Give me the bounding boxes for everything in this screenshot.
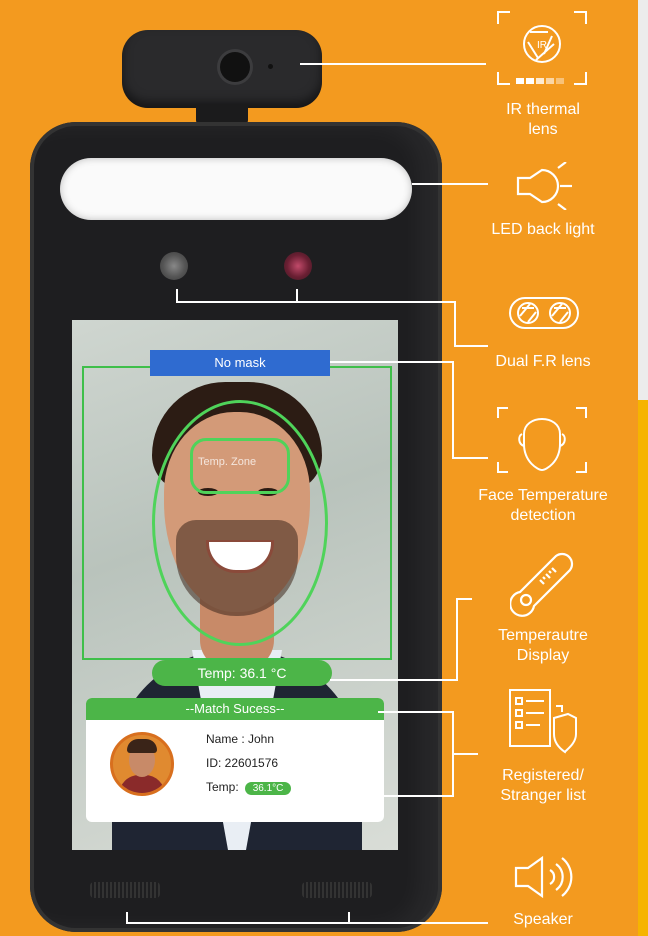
side-strip bbox=[638, 0, 648, 400]
led-light-bar bbox=[60, 158, 412, 220]
avatar bbox=[110, 732, 174, 796]
feature-label-led: LED back light bbox=[491, 221, 595, 238]
callout-line-list-top bbox=[378, 711, 454, 713]
feature-label-temp-1: Temperautre bbox=[498, 627, 588, 644]
feature-label-face: Face Temperature detection bbox=[458, 486, 628, 526]
match-name: Name : John bbox=[206, 732, 275, 746]
feature-label-face-2: detection bbox=[510, 507, 576, 524]
dual-lens-icon bbox=[509, 297, 579, 329]
match-temp-row: Temp: 36.1°C bbox=[206, 780, 292, 795]
callout-line-led bbox=[412, 183, 488, 185]
temperature-readout: Temp: 36.1 °C bbox=[152, 660, 332, 686]
callout-line-temp-top bbox=[456, 598, 472, 600]
fr-lens-left bbox=[160, 252, 188, 280]
avatar-hair bbox=[127, 739, 157, 753]
callout-line-temp-v bbox=[456, 598, 458, 680]
forehead-label: Temp. Zone bbox=[198, 456, 257, 468]
match-card: --Match Sucess-- Name : John ID: 2260157… bbox=[86, 698, 384, 822]
feature-label-list: Registered/ Stranger list bbox=[468, 766, 618, 806]
callout-line-temp-h bbox=[330, 679, 458, 681]
feature-label-face-1: Face Temperature bbox=[478, 487, 608, 504]
match-temp-badge: 36.1°C bbox=[244, 782, 292, 795]
fr-lens-right bbox=[284, 252, 312, 280]
callout-line-spk-h bbox=[126, 922, 488, 924]
match-temp-label: Temp: bbox=[206, 780, 239, 794]
feature-label-dual: Dual F.R lens bbox=[495, 353, 591, 370]
ir-camera bbox=[122, 30, 322, 108]
callout-line-list-bottom bbox=[378, 795, 454, 797]
side-strip-yellow bbox=[638, 400, 648, 936]
face-outline-overlay bbox=[152, 400, 328, 646]
feature-label-list-2: Stranger list bbox=[500, 787, 586, 804]
feature-label-ir-2: lens bbox=[528, 121, 558, 138]
callout-line-ir bbox=[300, 63, 486, 65]
feature-label-list-1: Registered/ bbox=[502, 767, 584, 784]
avatar-body bbox=[119, 775, 165, 793]
feature-label-ir-1: IR thermal bbox=[506, 101, 580, 118]
camera-dot bbox=[268, 64, 273, 69]
thermometer-icon bbox=[510, 552, 574, 617]
callout-line-list-end bbox=[452, 753, 478, 755]
callout-line-fr-h bbox=[176, 301, 454, 303]
match-header: --Match Sucess-- bbox=[86, 698, 384, 720]
feature-label-temp: Temperautre Display bbox=[468, 626, 618, 666]
callout-line-face-v bbox=[452, 361, 454, 459]
face-scan-icon bbox=[497, 407, 587, 473]
ir-aperture-icon: IR bbox=[497, 11, 587, 85]
bulb-icon bbox=[516, 162, 572, 210]
svg-text:IR: IR bbox=[537, 40, 547, 51]
callout-line-face-end bbox=[452, 457, 488, 459]
feature-label-temp-2: Display bbox=[516, 647, 570, 664]
speaker-grill-right bbox=[302, 882, 372, 898]
feature-label-ir: IR thermal lens bbox=[468, 100, 618, 140]
speaker-grill-left bbox=[90, 882, 160, 898]
device-body: Temp. Zone No mask Temp: 36.1 °C --Match… bbox=[30, 122, 442, 932]
camera-lens bbox=[220, 52, 250, 82]
callout-line-face-h bbox=[330, 361, 454, 363]
checklist-shield-icon bbox=[509, 689, 577, 754]
mask-status-banner: No mask bbox=[150, 350, 330, 376]
callout-line-fr-end bbox=[454, 345, 488, 347]
match-id: ID: 22601576 bbox=[206, 756, 279, 770]
feature-label-speaker: Speaker bbox=[513, 911, 573, 928]
speaker-icon bbox=[514, 855, 573, 899]
callout-line-fr-v bbox=[454, 301, 456, 347]
device-screen: Temp. Zone No mask Temp: 36.1 °C --Match… bbox=[72, 320, 398, 850]
